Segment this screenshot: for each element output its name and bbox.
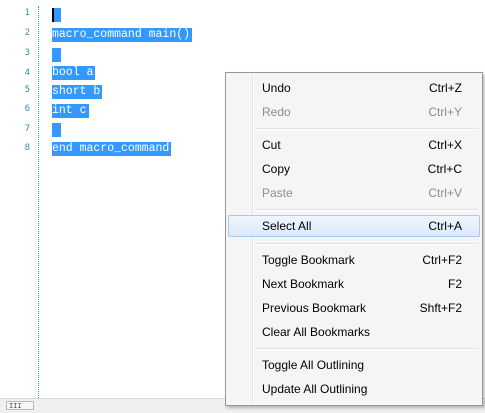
menu-item-shortcut: Ctrl+Y (428, 105, 462, 119)
menu-item-label: Next Bookmark (262, 277, 345, 291)
menu-item-clear-all-bookmarks[interactable]: Clear All Bookmarks (228, 321, 480, 343)
menu-item-label: Cut (262, 138, 281, 152)
menu-separator (256, 128, 478, 130)
line-number: 5 (24, 85, 30, 95)
line-number: 8 (24, 143, 30, 153)
menu-item-label: Redo (262, 105, 291, 119)
line-number: 6 (24, 104, 30, 114)
menu-item-label: Copy (262, 162, 291, 176)
menu-item-toggle-all-outlining[interactable]: Toggle All Outlining (228, 354, 480, 376)
menu-item-shortcut: Ctrl+C (427, 162, 462, 176)
line-number: 3 (24, 48, 30, 58)
menu-item-shortcut: Shft+F2 (419, 301, 462, 315)
menu-item-copy[interactable]: Copy Ctrl+C (228, 158, 480, 180)
code-line-6[interactable]: int c (52, 104, 89, 118)
menu-item-label: Previous Bookmark (262, 301, 367, 315)
code-line-4[interactable]: bool a (52, 66, 96, 80)
selected-line-7[interactable] (52, 123, 61, 137)
menu-item-label: Select All (262, 219, 312, 233)
menu-item-previous-bookmark[interactable]: Previous Bookmark Shft+F2 (228, 297, 480, 319)
menu-item-label: Toggle All Outlining (262, 358, 365, 372)
menu-item-shortcut: Ctrl+X (428, 138, 462, 152)
menu-item-label: Clear All Bookmarks (262, 325, 371, 339)
menu-item-toggle-bookmark[interactable]: Toggle Bookmark Ctrl+F2 (228, 249, 480, 271)
menu-item-shortcut: Ctrl+Z (429, 81, 462, 95)
line-number: 4 (24, 68, 30, 78)
menu-item-shortcut: F2 (447, 277, 462, 291)
menu-item-next-bookmark[interactable]: Next Bookmark F2 (228, 273, 480, 295)
menu-item-undo[interactable]: Undo Ctrl+Z (228, 77, 480, 99)
menu-item-cut[interactable]: Cut Ctrl+X (228, 134, 480, 156)
line-number-gutter: 1 2 3 4 5 6 7 8 (0, 0, 40, 398)
menu-item-shortcut: Ctrl+V (428, 186, 462, 200)
selected-line-3[interactable] (52, 48, 61, 62)
line-number: 2 (24, 28, 30, 38)
text-caret (52, 8, 54, 22)
menu-separator (256, 348, 478, 350)
menu-separator (256, 243, 478, 245)
line-number: 7 (24, 124, 30, 134)
code-line-5[interactable]: short b (52, 85, 103, 99)
code-line-8[interactable]: end macro_command (52, 142, 172, 156)
menu-separator (256, 209, 478, 211)
context-menu: Undo Ctrl+Z Redo Ctrl+Y Cut Ctrl+X Copy … (225, 72, 483, 406)
menu-item-shortcut: Ctrl+A (428, 219, 462, 233)
menu-item-label: Toggle Bookmark (262, 253, 355, 267)
menu-item-paste[interactable]: Paste Ctrl+V (228, 182, 480, 204)
line-number: 1 (24, 8, 30, 18)
menu-item-shortcut: Ctrl+F2 (422, 253, 462, 267)
menu-item-select-all[interactable]: Select All Ctrl+A (228, 215, 480, 237)
menu-item-update-all-outlining[interactable]: Update All Outlining (228, 378, 480, 400)
outlining-guide (38, 6, 39, 398)
menu-item-redo[interactable]: Redo Ctrl+Y (228, 101, 480, 123)
menu-item-label: Update All Outlining (262, 382, 368, 396)
code-line-2[interactable]: macro_command main() (52, 28, 193, 42)
menu-item-label: Paste (262, 186, 293, 200)
menu-item-label: Undo (262, 81, 291, 95)
scrollbar-thumb[interactable]: III (6, 401, 34, 410)
